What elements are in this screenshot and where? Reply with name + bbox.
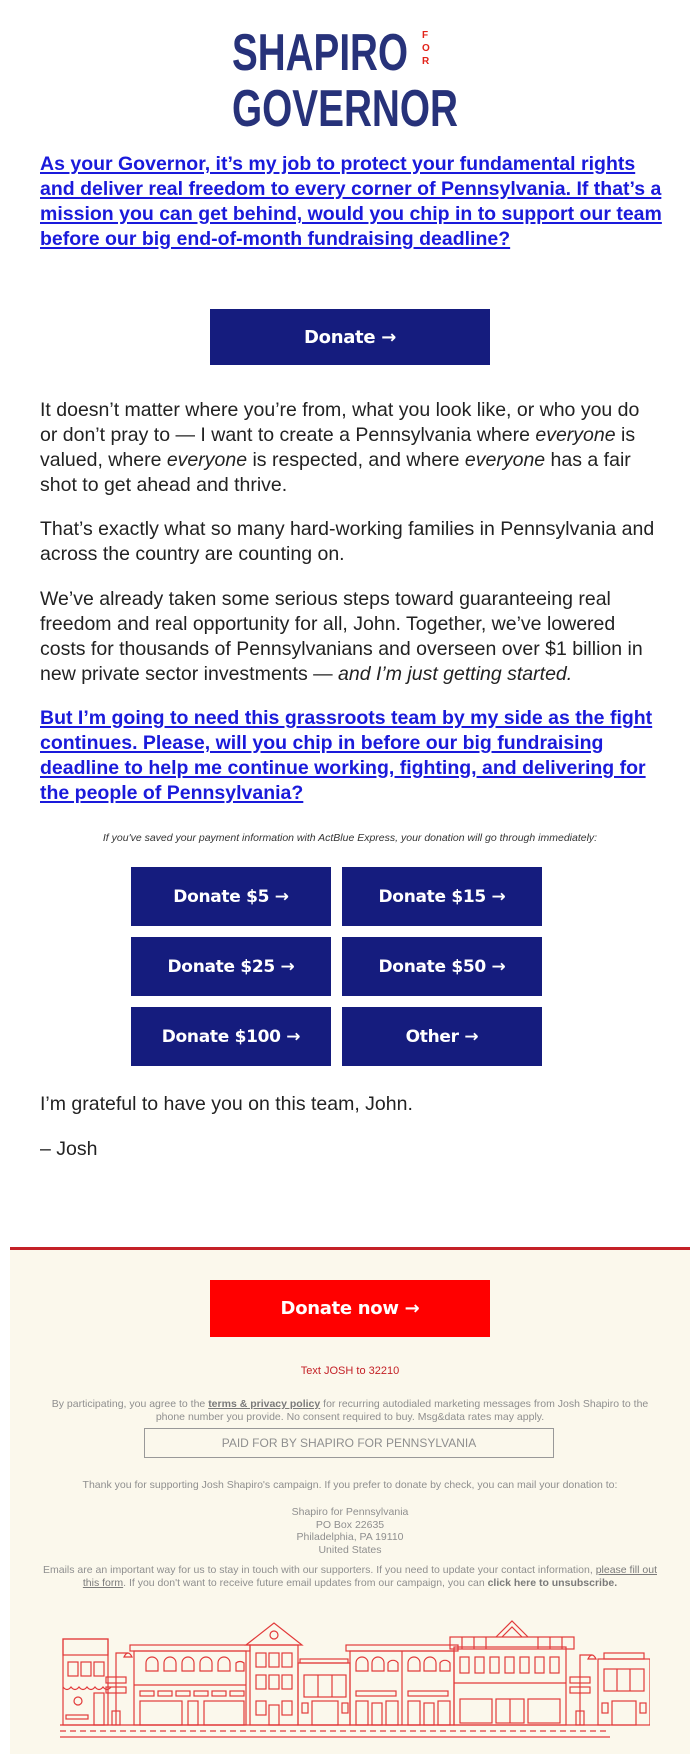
p3-emphasis: and I’m just getting started. <box>338 663 573 685</box>
actblue-express-note: If you've saved your payment information… <box>102 832 598 844</box>
sms-legal-text: By participating, you agree to the terms… <box>40 1398 660 1423</box>
body-paragraph-2: That’s exactly what so many hard-working… <box>40 518 655 565</box>
pediment-building <box>244 1622 304 1726</box>
email-note-middle: . If you don't want to receive future em… <box>123 1576 488 1589</box>
shapiro-for-governor-logo[interactable]: SHAPIRO F O R GOVERNOR <box>0 20 700 132</box>
pharmacy-building <box>62 1638 112 1726</box>
donate-button[interactable]: Donate → <box>210 309 490 365</box>
logo-line-governor: GOVERNOR <box>232 80 458 132</box>
arched-building <box>129 1644 251 1726</box>
closing-line: I’m grateful to have you on this team, J… <box>40 1093 413 1115</box>
closing-appeal: But I’m going to need this grassroots te… <box>40 706 665 806</box>
address-line-1: Shapiro for Pennsylvania <box>291 1506 409 1518</box>
p1-emphasis-1: everyone <box>535 424 616 446</box>
donate-now-button[interactable]: Donate now → <box>210 1280 490 1337</box>
donate-15-button[interactable]: Donate $15 → <box>342 867 542 926</box>
terms-privacy-link[interactable]: terms & privacy policy <box>208 1398 320 1410</box>
address-line-3: Philadelphia, PA 19110 <box>296 1531 404 1543</box>
ornate-building <box>449 1620 575 1726</box>
main-street-illustration <box>60 1620 650 1738</box>
street-lamp <box>105 1652 133 1726</box>
paid-for-disclaimer: PAID FOR BY SHAPIRO FOR PENNSYLVANIA <box>144 1428 554 1458</box>
unsubscribe-link[interactable]: click here to unsubscribe. <box>488 1577 618 1589</box>
twin-arched-building <box>345 1644 459 1726</box>
address-line-2: PO Box 22635 <box>315 1518 385 1531</box>
logo-for: F <box>422 30 428 41</box>
email-note-before: Emails are an important way for us to st… <box>43 1564 596 1576</box>
check-donation-note: Thank you for supporting Josh Shapiro's … <box>82 1479 618 1491</box>
body-paragraph-3: We’ve already taken some serious steps t… <box>40 587 660 687</box>
footer: Donate now → Text JOSH to 32210 By parti… <box>10 1247 690 1754</box>
mailing-address: Shapiro for Pennsylvania PO Box 22635 Ph… <box>40 1506 660 1556</box>
logo-for-o: O <box>422 43 430 54</box>
storefront-building <box>297 1658 351 1726</box>
donate-25-button[interactable]: Donate $25 → <box>131 937 331 996</box>
p1-emphasis-2: everyone <box>166 449 248 471</box>
street-lamp-2 <box>569 1654 597 1726</box>
donate-100-button[interactable]: Donate $100 → <box>131 1007 331 1066</box>
signature: – Josh <box>40 1138 98 1160</box>
intro-appeal-link[interactable]: As your Governor, it’s my job to protect… <box>40 153 662 250</box>
email-preferences-note: Emails are an important way for us to st… <box>40 1564 660 1589</box>
intro-appeal: As your Governor, it’s my job to protect… <box>40 152 665 252</box>
logo-line-shapiro: SHAPIRO <box>232 24 408 82</box>
body-paragraph-1: It doesn’t matter where you’re from, wha… <box>40 398 660 498</box>
sms-legal-before: By participating, you agree to the <box>51 1398 209 1410</box>
p1-text-3: is respected, and where <box>247 449 465 471</box>
closing-appeal-link[interactable]: But I’m going to need this grassroots te… <box>40 707 652 804</box>
address-line-4: United States <box>318 1543 382 1556</box>
donate-other-button[interactable]: Other → <box>342 1007 542 1066</box>
text-to-donate: Text JOSH to 32210 <box>300 1365 400 1377</box>
donate-50-button[interactable]: Donate $50 → <box>342 937 542 996</box>
corner-building <box>597 1652 650 1726</box>
logo-for-r: R <box>422 56 430 67</box>
p1-emphasis-3: everyone <box>464 449 546 471</box>
donate-5-button[interactable]: Donate $5 → <box>131 867 331 926</box>
